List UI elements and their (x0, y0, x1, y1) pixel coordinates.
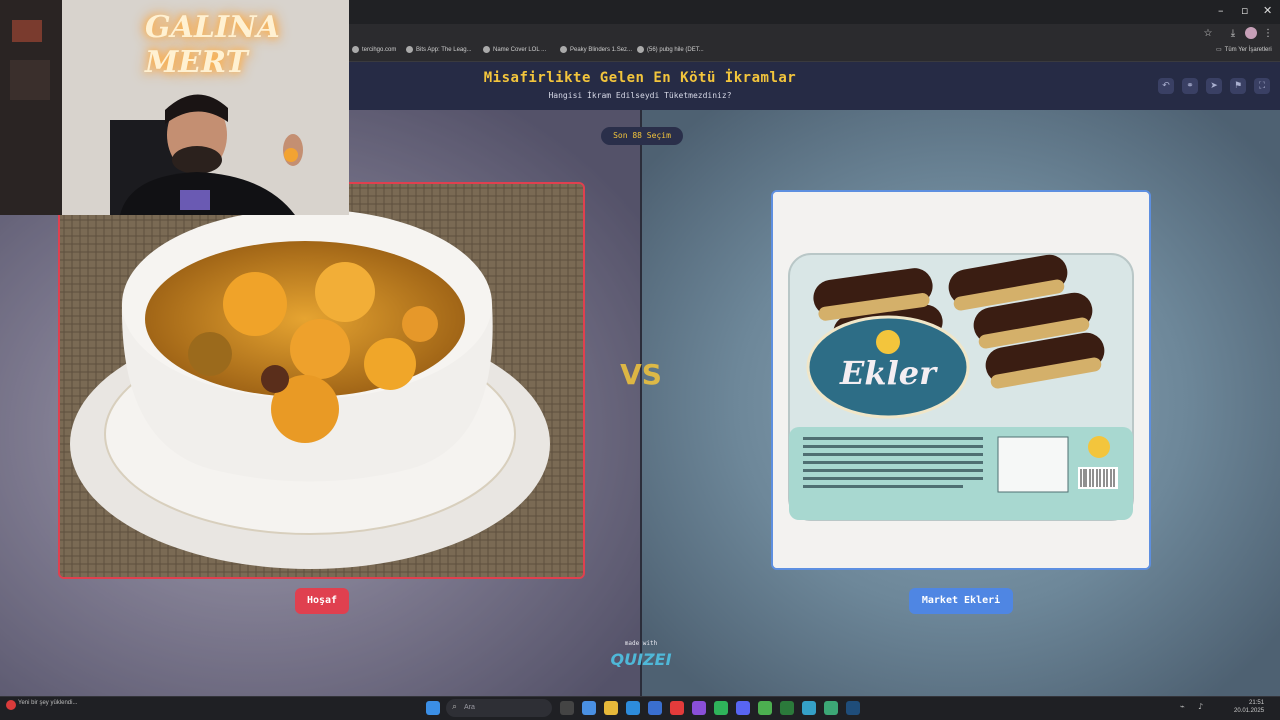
search-icon: ⌕ (452, 702, 458, 712)
market-ekler-image: Ekler (773, 192, 1149, 568)
folder-icon: ▭ (1216, 47, 1222, 53)
taskbar-clock[interactable]: 21:51 20.01.2025 (1234, 699, 1264, 715)
task-view-icon[interactable] (560, 701, 574, 715)
twitch-icon[interactable] (692, 701, 706, 715)
bookmark-item[interactable]: tercihgo.com (352, 46, 396, 53)
menu-icon[interactable]: ⋮ (1262, 28, 1274, 40)
profile-avatar[interactable] (1245, 27, 1257, 39)
bookmark-icon (406, 46, 413, 53)
hosaf-image (60, 184, 583, 577)
maximize-button[interactable]: ▫ (1241, 4, 1248, 17)
share-icon[interactable]: ➤ (1206, 78, 1222, 94)
bookmark-icon (483, 46, 490, 53)
bookmark-item[interactable]: Peaky Blinders 1.Sez... (560, 46, 632, 53)
chrome-icon[interactable] (758, 701, 772, 715)
file-explorer-icon[interactable] (604, 701, 618, 715)
star-icon[interactable]: ☆ (1202, 28, 1214, 40)
network-icon[interactable]: ⌁ (1180, 702, 1185, 711)
volume-icon[interactable]: ♪ (1198, 702, 1203, 711)
bookmark-icon (560, 46, 567, 53)
windows-taskbar (0, 696, 1280, 720)
right-option-label[interactable]: Market Ekleri (909, 588, 1013, 614)
left-option-card[interactable] (58, 182, 585, 579)
close-button[interactable]: ✕ (1263, 4, 1272, 17)
round-badge: Son 88 Seçim (601, 127, 683, 145)
widgets-icon[interactable] (582, 701, 596, 715)
left-option-label[interactable]: Hoşaf (295, 588, 349, 614)
app-icon[interactable] (824, 701, 838, 715)
minimize-button[interactable]: – (1218, 4, 1224, 17)
all-bookmarks-button[interactable]: ▭ Tüm Yer İşaretleri (1216, 46, 1272, 54)
bookmark-item[interactable]: Bits App: The Leag... (406, 46, 472, 53)
quizei-logo[interactable]: QUIZEI (600, 650, 682, 669)
webcam-overlay: GALINA MERT (0, 0, 349, 215)
app-icon[interactable] (802, 701, 816, 715)
whatsapp-icon[interactable] (714, 701, 728, 715)
taskbar-search-input[interactable]: Ara (446, 699, 552, 717)
download-icon[interactable]: ⤓ (1227, 28, 1239, 40)
page-subtitle: Hangisi İkram Edilseydi Tüketmezdiniz? (548, 91, 732, 100)
page-title: Misafirlikte Gelen En Kötü İkramlar (483, 70, 797, 86)
discord-icon[interactable] (736, 701, 750, 715)
bookmark-icon (352, 46, 359, 53)
made-with-text: made with (624, 640, 658, 647)
yandex-icon[interactable] (670, 701, 684, 715)
right-option-card[interactable]: Ekler (771, 190, 1151, 570)
fullscreen-icon[interactable]: ⛶ (1254, 78, 1270, 94)
steam-icon[interactable] (846, 701, 860, 715)
link-icon[interactable]: ⚭ (1182, 78, 1198, 94)
neon-sign: GALINA MERT (145, 10, 280, 80)
center-divider (640, 110, 642, 696)
app-icon[interactable] (780, 701, 794, 715)
flag-icon[interactable]: ⚑ (1230, 78, 1246, 94)
alert-icon[interactable] (6, 700, 16, 710)
bookmark-item[interactable]: Name Cover LOL ... (483, 46, 546, 53)
package-brand-text: Ekler (839, 354, 938, 392)
store-icon[interactable] (648, 701, 662, 715)
bookmark-item[interactable]: (56) pubg hile (DET... (637, 46, 704, 53)
undo-icon[interactable]: ↶ (1158, 78, 1174, 94)
edge-icon[interactable] (626, 701, 640, 715)
bookmark-icon (637, 46, 644, 53)
vs-logo: VS (620, 358, 662, 391)
notification-text[interactable]: Yeni bir şey yüklendi... (18, 699, 77, 707)
windows-start-icon[interactable] (426, 701, 440, 715)
